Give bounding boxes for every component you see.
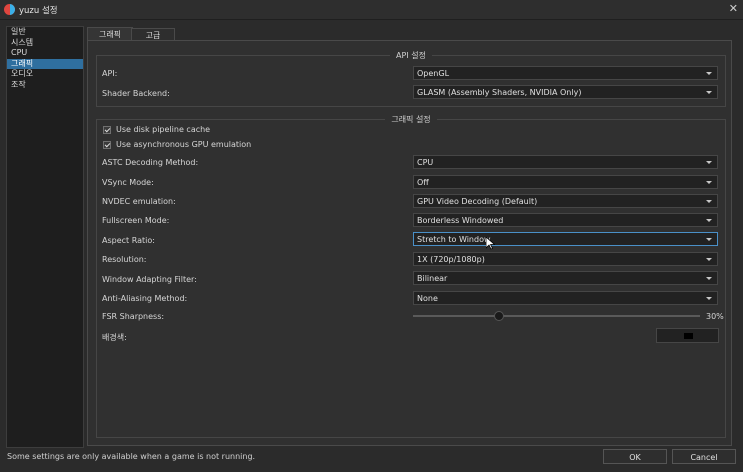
api-settings-title: API 설정: [390, 51, 432, 60]
api-select[interactable]: OpenGL: [413, 66, 718, 80]
footer-note: Some settings are only available when a …: [7, 452, 256, 461]
sidebar-item-system[interactable]: 시스템: [7, 38, 83, 49]
fullscreen-label: Fullscreen Mode:: [102, 216, 170, 225]
settings-sidebar: 일반 시스템 CPU 그래픽 오디오 조작: [6, 26, 84, 448]
chevron-down-icon: [706, 238, 712, 241]
cancel-button[interactable]: Cancel: [672, 449, 736, 464]
chevron-down-icon: [706, 219, 712, 222]
astc-label: ASTC Decoding Method:: [102, 158, 199, 167]
fsr-label: FSR Sharpness:: [102, 312, 165, 321]
antialias-select[interactable]: None: [413, 291, 718, 305]
sidebar-item-controls[interactable]: 조작: [7, 80, 83, 91]
filter-select[interactable]: Bilinear: [413, 271, 718, 285]
chevron-down-icon: [706, 277, 712, 280]
chevron-down-icon: [706, 297, 712, 300]
bg-color-label: 배경색:: [102, 333, 127, 342]
sidebar-item-audio[interactable]: 오디오: [7, 69, 83, 80]
vsync-select[interactable]: Off: [413, 175, 718, 189]
async-gpu-label: Use asynchronous GPU emulation: [116, 140, 252, 149]
graphics-settings-title: 그래픽 설정: [385, 115, 437, 124]
aspect-ratio-select[interactable]: Stretch to Window: [413, 232, 718, 246]
window-title: yuzu 설정: [19, 6, 58, 16]
vsync-label: VSync Mode:: [102, 178, 154, 187]
shader-backend-select[interactable]: GLASM (Assembly Shaders, NVIDIA Only): [413, 85, 718, 99]
mouse-cursor-icon: [486, 237, 495, 250]
aspect-ratio-label: Aspect Ratio:: [102, 236, 155, 245]
sidebar-item-general[interactable]: 일반: [7, 27, 83, 38]
shader-backend-label: Shader Backend:: [102, 89, 170, 98]
ok-button[interactable]: OK: [603, 449, 667, 464]
nvdec-label: NVDEC emulation:: [102, 197, 176, 206]
chevron-down-icon: [706, 181, 712, 184]
chevron-down-icon: [706, 258, 712, 261]
filter-label: Window Adapting Filter:: [102, 275, 197, 284]
api-label: API:: [102, 69, 118, 78]
chevron-down-icon: [706, 161, 712, 164]
api-settings-group: API 설정: [96, 51, 726, 107]
color-swatch: [684, 333, 693, 339]
title-bar: yuzu 설정 ✕: [0, 0, 743, 20]
fullscreen-select[interactable]: Borderless Windowed: [413, 213, 718, 227]
tab-graphics[interactable]: 그래픽: [87, 27, 133, 41]
yuzu-logo-icon: [4, 4, 15, 15]
disk-cache-label: Use disk pipeline cache: [116, 125, 211, 134]
chevron-down-icon: [706, 91, 712, 94]
fsr-value: 30%: [706, 312, 724, 321]
astc-select[interactable]: CPU: [413, 155, 718, 169]
close-icon[interactable]: ✕: [729, 2, 738, 15]
nvdec-select[interactable]: GPU Video Decoding (Default): [413, 194, 718, 208]
bg-color-button[interactable]: [656, 328, 719, 343]
chevron-down-icon: [706, 200, 712, 203]
sidebar-item-graphics[interactable]: 그래픽: [7, 58, 83, 69]
sidebar-item-cpu[interactable]: CPU: [7, 48, 83, 59]
resolution-label: Resolution:: [102, 255, 147, 264]
resolution-select[interactable]: 1X (720p/1080p): [413, 252, 718, 266]
async-gpu-checkbox[interactable]: [103, 141, 111, 149]
fsr-slider-track[interactable]: [413, 315, 700, 317]
antialias-label: Anti-Aliasing Method:: [102, 294, 188, 303]
disk-cache-checkbox[interactable]: [103, 126, 111, 134]
chevron-down-icon: [706, 72, 712, 75]
